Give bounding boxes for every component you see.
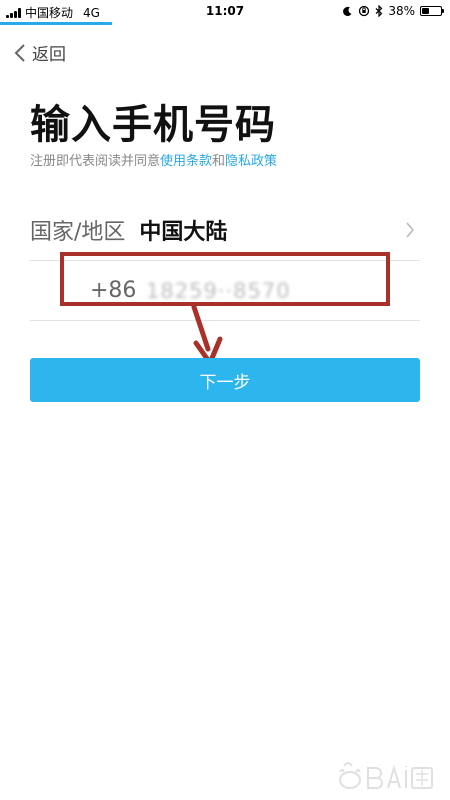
- chevron-right-icon: [406, 222, 415, 238]
- terms-prefix: 注册即代表阅读并同意: [30, 154, 161, 169]
- back-button[interactable]: 返回: [12, 40, 66, 65]
- privacy-policy-link[interactable]: 隐私政策: [225, 154, 277, 169]
- back-label: 返回: [32, 45, 66, 65]
- status-right: 38%: [342, 4, 444, 18]
- country-label: 国家/地区: [30, 220, 126, 245]
- orientation-lock-icon: [359, 5, 370, 17]
- chevron-left-icon: [14, 43, 25, 62]
- country-selector[interactable]: 国家/地区 中国大陆: [30, 200, 420, 260]
- annotation-highlight-box: [60, 252, 390, 306]
- country-value: 中国大陆: [139, 220, 228, 245]
- battery-percent: 38%: [388, 4, 415, 18]
- terms-notice: 注册即代表阅读并同意使用条款和隐私政策: [30, 150, 277, 169]
- terms-and: 和: [212, 154, 226, 169]
- battery-fill: [422, 8, 429, 14]
- page-load-progress: [0, 22, 112, 25]
- baidu-jingyan-watermark: [339, 762, 433, 789]
- moon-icon: [343, 6, 352, 16]
- page-title: 输入手机号码: [30, 102, 276, 148]
- terms-of-use-link[interactable]: 使用条款: [160, 154, 212, 169]
- bluetooth-icon: [375, 5, 383, 17]
- next-step-button[interactable]: 下一步: [30, 358, 420, 402]
- battery-icon: [420, 6, 444, 16]
- status-bar: 中国移动 4G 11:07 38%: [0, 0, 450, 24]
